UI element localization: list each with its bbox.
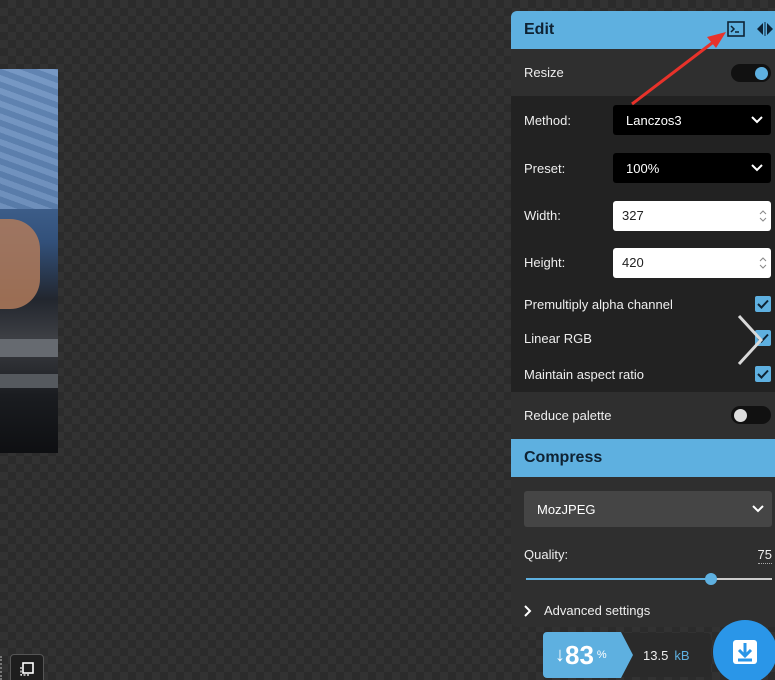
method-label: Method: [524, 112, 571, 128]
chevron-right-icon [524, 604, 532, 617]
check-icon [757, 369, 769, 379]
swap-sides-icon[interactable] [755, 22, 775, 36]
reduce-palette-row: Reduce palette [511, 392, 775, 438]
chevron-down-icon [751, 116, 763, 124]
check-icon [757, 299, 769, 309]
drag-handle[interactable] [0, 656, 4, 680]
quality-slider[interactable] [526, 572, 772, 586]
result-summary: ↓ 83 % 13.5 kB [543, 632, 711, 678]
resize-label: Resize [524, 65, 564, 80]
width-input[interactable]: 327 [613, 200, 771, 231]
preset-select[interactable]: 100% [613, 153, 771, 183]
linear-rgb-label: Linear RGB [524, 330, 592, 346]
edit-section-header: Edit [511, 11, 775, 49]
resize-row: Resize [511, 49, 775, 96]
compress-section-header: Compress [511, 439, 775, 477]
aspect-label: Maintain aspect ratio [524, 366, 644, 382]
height-label: Height: [524, 255, 566, 270]
compress-title: Compress [524, 449, 603, 466]
advanced-settings-label: Advanced settings [544, 603, 651, 618]
quality-label: Quality: [524, 547, 569, 562]
resize-toggle[interactable] [731, 63, 771, 82]
preset-value: 100% [626, 160, 660, 176]
advanced-settings-toggle[interactable]: Advanced settings [511, 603, 775, 618]
reduce-palette-label: Reduce palette [524, 407, 612, 423]
quality-slider-thumb[interactable] [705, 573, 717, 585]
codec-value: MozJPEG [537, 501, 596, 517]
method-row: Method: Lanczos3 [511, 96, 775, 144]
download-icon [733, 640, 757, 664]
percent-sign: % [596, 649, 607, 661]
height-input[interactable]: 420 [613, 247, 771, 278]
quality-slider-fill [526, 578, 711, 580]
download-button[interactable] [713, 620, 775, 680]
image-preview [0, 69, 58, 453]
preset-row: Preset: 100% [511, 144, 775, 192]
reduction-arrow: ↓ [555, 643, 565, 666]
quality-value[interactable]: 75 [757, 547, 772, 564]
width-label: Width: [524, 208, 561, 223]
stepper-icon[interactable] [759, 209, 767, 223]
size-unit: kB [674, 647, 690, 663]
premultiply-label: Premultiply alpha channel [524, 296, 673, 312]
stepper-icon[interactable] [759, 256, 767, 270]
quality-row: Quality: 75 [511, 547, 775, 564]
size-value: 13.5 [643, 647, 669, 663]
reduction-percent: 83 [565, 639, 594, 670]
chevron-down-icon [752, 505, 764, 513]
aspect-checkbox[interactable] [755, 366, 771, 382]
codec-select[interactable]: MozJPEG [524, 491, 772, 527]
zoom-fit-icon [20, 662, 34, 676]
preset-label: Preset: [524, 160, 566, 176]
terminal-icon[interactable] [727, 21, 745, 37]
chevron-down-icon [751, 164, 763, 172]
premultiply-checkbox[interactable] [755, 296, 771, 312]
reduce-palette-toggle[interactable] [731, 406, 771, 424]
edit-title: Edit [524, 21, 555, 38]
width-value: 327 [622, 208, 644, 223]
size-reduction-badge: ↓ 83 % [543, 632, 633, 678]
height-row: Height: 420 [511, 239, 775, 286]
width-row: Width: 327 [511, 192, 775, 239]
next-chevron-icon[interactable] [735, 312, 765, 368]
zoom-fit-button[interactable] [10, 654, 44, 680]
method-value: Lanczos3 [626, 112, 682, 128]
height-value: 420 [622, 255, 644, 270]
method-select[interactable]: Lanczos3 [613, 105, 771, 135]
